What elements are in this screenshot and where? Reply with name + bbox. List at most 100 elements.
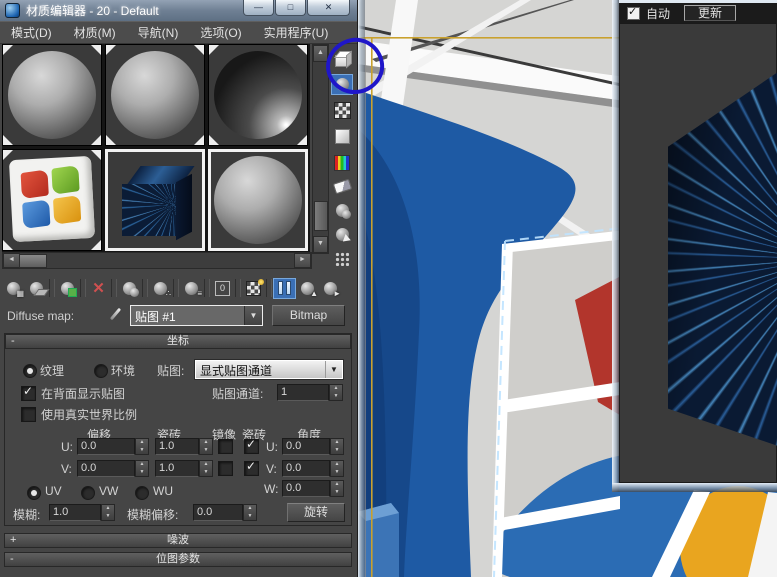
map-channel-mode-value: 显式贴图通道 (196, 361, 325, 378)
sample-slot-6[interactable] (208, 149, 308, 251)
show-map-on-back-checkbox[interactable]: ✓ (21, 386, 36, 401)
make-preview-button[interactable] (331, 176, 353, 197)
blur-offset-value[interactable]: 0.0 (193, 504, 243, 521)
menu-material[interactable]: 材质(M) (63, 24, 127, 41)
w-angle-spinner[interactable]: 0.0 ▲▼ (282, 480, 344, 497)
put-to-library-button[interactable]: ≡ (180, 278, 203, 299)
spinner-arrows[interactable]: ▲▼ (101, 504, 115, 521)
minimize-button[interactable]: — (243, 0, 274, 16)
menu-mode[interactable]: 模式(D) (0, 24, 63, 41)
u-tiling-spinner[interactable]: 1.0 ▲▼ (155, 438, 213, 455)
map-channel-spinner[interactable]: 1 ▲▼ (277, 384, 343, 401)
material-map-navigator-button[interactable] (331, 248, 353, 269)
real-world-scale-checkbox[interactable] (21, 407, 36, 422)
go-to-parent-button[interactable]: ▲ (296, 278, 319, 299)
v-tiling-value[interactable]: 1.0 (155, 460, 199, 477)
assign-material-to-selection-button[interactable] (56, 278, 79, 299)
map-channel-mode-dropdown[interactable]: 显式贴图通道 ▼ (195, 360, 343, 379)
titlebar[interactable]: 材质编辑器 - 20 - Default — □ ✕ (0, 0, 357, 21)
background-button[interactable] (331, 100, 353, 121)
map-type-button[interactable]: Bitmap (272, 305, 345, 326)
app-icon (5, 3, 20, 18)
video-color-check-button[interactable] (331, 152, 353, 173)
spinner-arrows[interactable]: ▲▼ (243, 504, 257, 521)
menu-utilities[interactable]: 实用程序(U) (253, 24, 340, 41)
put-material-to-scene-button[interactable] (25, 278, 48, 299)
u-mirror-checkbox[interactable] (218, 439, 233, 454)
bitmap-parameters-rollout-header[interactable]: - 位图参数 (4, 552, 352, 567)
spinner-arrows[interactable]: ▲▼ (329, 384, 343, 401)
sample-slot-5-active[interactable] (105, 149, 205, 251)
v-offset-value[interactable]: 0.0 (77, 460, 135, 477)
texture-radio[interactable] (23, 364, 37, 378)
blur-value[interactable]: 1.0 (49, 504, 101, 521)
v-offset-spinner[interactable]: 0.0 ▲▼ (77, 460, 149, 477)
reset-map-button[interactable]: ✕ (87, 278, 110, 299)
v-tile-checkbox[interactable]: ✓ (244, 461, 259, 476)
sample-slot-2[interactable] (105, 44, 205, 146)
sample-slot-4[interactable] (2, 149, 102, 251)
u-offset-value[interactable]: 0.0 (77, 438, 135, 455)
auto-update-checkbox[interactable]: ✓ (627, 7, 640, 20)
map-channel-value[interactable]: 1 (277, 384, 329, 401)
u-angle-spinner[interactable]: 0.0 ▲▼ (282, 438, 344, 455)
get-material-button[interactable]: ▦ (2, 278, 25, 299)
windows-logo-cube (9, 156, 95, 242)
coordinates-rollout-header[interactable]: - 坐标 (5, 334, 351, 349)
wu-radio[interactable] (135, 486, 149, 500)
go-forward-to-sibling-button[interactable]: ► (319, 278, 342, 299)
menu-navigation[interactable]: 导航(N) (127, 24, 190, 41)
u-tiling-value[interactable]: 1.0 (155, 438, 199, 455)
spinner-arrows[interactable]: ▲▼ (330, 460, 344, 477)
scroll-left-button[interactable]: ◄ (3, 253, 20, 268)
coordinates-title: 坐标 (167, 335, 189, 347)
blur-offset-spinner[interactable]: 0.0 ▲▼ (193, 504, 257, 521)
sample-slot-3[interactable] (208, 44, 308, 146)
map-name-combo[interactable]: 贴图 #1 ▼ (130, 305, 263, 326)
chevron-down-icon[interactable]: ▼ (325, 361, 342, 378)
blur-spinner[interactable]: 1.0 ▲▼ (49, 504, 115, 521)
vw-radio[interactable] (81, 486, 95, 500)
update-button[interactable]: 更新 (684, 5, 736, 21)
scroll-down-button[interactable]: ▼ (313, 236, 328, 253)
w-angle-value[interactable]: 0.0 (282, 480, 330, 497)
show-shaded-material-in-viewport-button[interactable] (242, 278, 265, 299)
v-tiling-spinner[interactable]: 1.0 ▲▼ (155, 460, 213, 477)
make-material-copy-button[interactable] (118, 278, 141, 299)
scroll-right-button[interactable]: ► (294, 253, 311, 268)
uv-radio[interactable] (27, 486, 41, 500)
make-unique-button[interactable]: ∴ (149, 278, 172, 299)
options-button[interactable] (331, 200, 353, 221)
v-angle-value[interactable]: 0.0 (282, 460, 330, 477)
sample-horizontal-scrollbar[interactable]: ◄ ► (2, 252, 312, 269)
spinner-arrows[interactable]: ▲▼ (135, 460, 149, 477)
scroll-thumb[interactable] (19, 254, 47, 268)
environment-radio[interactable] (94, 364, 108, 378)
spinner-arrows[interactable]: ▲▼ (199, 460, 213, 477)
spinner-arrows[interactable]: ▲▼ (330, 438, 344, 455)
sample-vertical-scrollbar[interactable]: ▲ ▼ (312, 44, 329, 254)
show-end-result-button[interactable] (273, 278, 296, 299)
scroll-thumb[interactable] (314, 201, 328, 231)
rotate-button[interactable]: 旋转 (287, 503, 345, 522)
chevron-down-icon[interactable]: ▼ (244, 306, 262, 325)
select-by-material-button[interactable] (331, 224, 353, 245)
noise-rollout-header[interactable]: + 噪波 (4, 533, 352, 548)
menu-options[interactable]: 选项(O) (189, 24, 252, 41)
w-angle-label: W: (264, 482, 278, 496)
maximize-button[interactable]: □ (275, 0, 306, 16)
sample-uv-tiling-button[interactable] (331, 126, 353, 147)
u-angle-value[interactable]: 0.0 (282, 438, 330, 455)
u-offset-spinner[interactable]: 0.0 ▲▼ (77, 438, 149, 455)
v-angle-spinner[interactable]: 0.0 ▲▼ (282, 460, 344, 477)
material-id-channel-button[interactable]: 0 (211, 278, 234, 299)
spinner-arrows[interactable]: ▲▼ (135, 438, 149, 455)
v-mirror-checkbox[interactable] (218, 461, 233, 476)
u-tile-checkbox[interactable]: ✓ (244, 439, 259, 454)
sample-slot-1[interactable] (2, 44, 102, 146)
spinner-arrows[interactable]: ▲▼ (199, 438, 213, 455)
pick-material-eyedropper[interactable] (106, 305, 124, 323)
spinner-arrows[interactable]: ▲▼ (330, 480, 344, 497)
close-button[interactable]: ✕ (307, 0, 350, 16)
end-result-bars-icon (278, 281, 291, 295)
